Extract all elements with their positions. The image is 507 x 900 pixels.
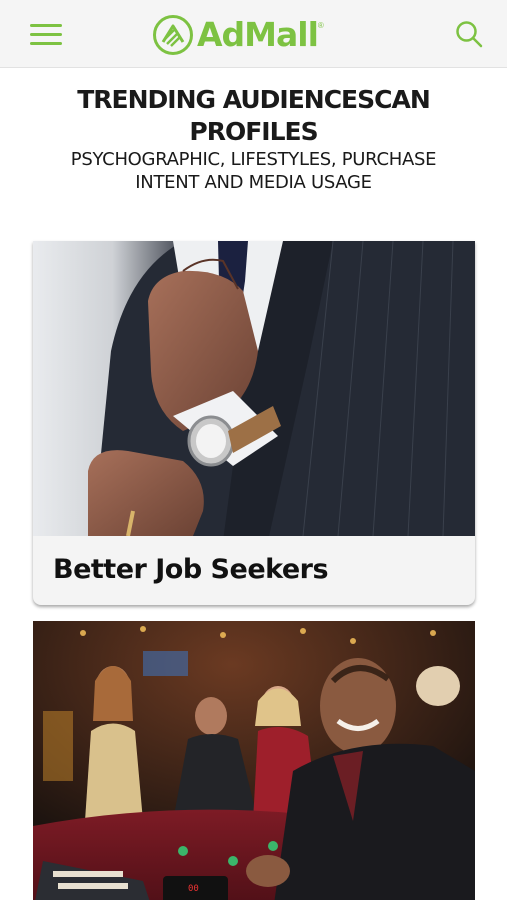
search-icon[interactable] (454, 19, 484, 49)
registered-mark: ® (317, 21, 324, 30)
menu-line (30, 33, 62, 36)
casino-photo: 00 (33, 621, 475, 900)
section-subtitle: PSYCHOGRAPHIC, LIFESTYLES, PURCHASE INTE… (70, 149, 437, 193)
admall-logo[interactable]: AdMall ® (152, 13, 324, 57)
svg-text:00: 00 (188, 884, 199, 894)
menu-line (30, 42, 62, 45)
profile-card-casino[interactable]: 00 (33, 621, 475, 900)
brand-name: AdMall (197, 15, 319, 54)
admall-mark-icon (153, 15, 193, 55)
businessman-photo (33, 241, 475, 536)
card-title: Better Job Seekers (53, 554, 329, 585)
top-bar: AdMall ® (0, 0, 507, 68)
section-title: TRENDING AUDIENCESCAN PROFILES (77, 85, 431, 146)
profile-card-better-job-seekers[interactable]: Better Job Seekers (33, 241, 475, 605)
hamburger-menu-icon[interactable] (30, 22, 64, 48)
menu-line (30, 24, 62, 27)
